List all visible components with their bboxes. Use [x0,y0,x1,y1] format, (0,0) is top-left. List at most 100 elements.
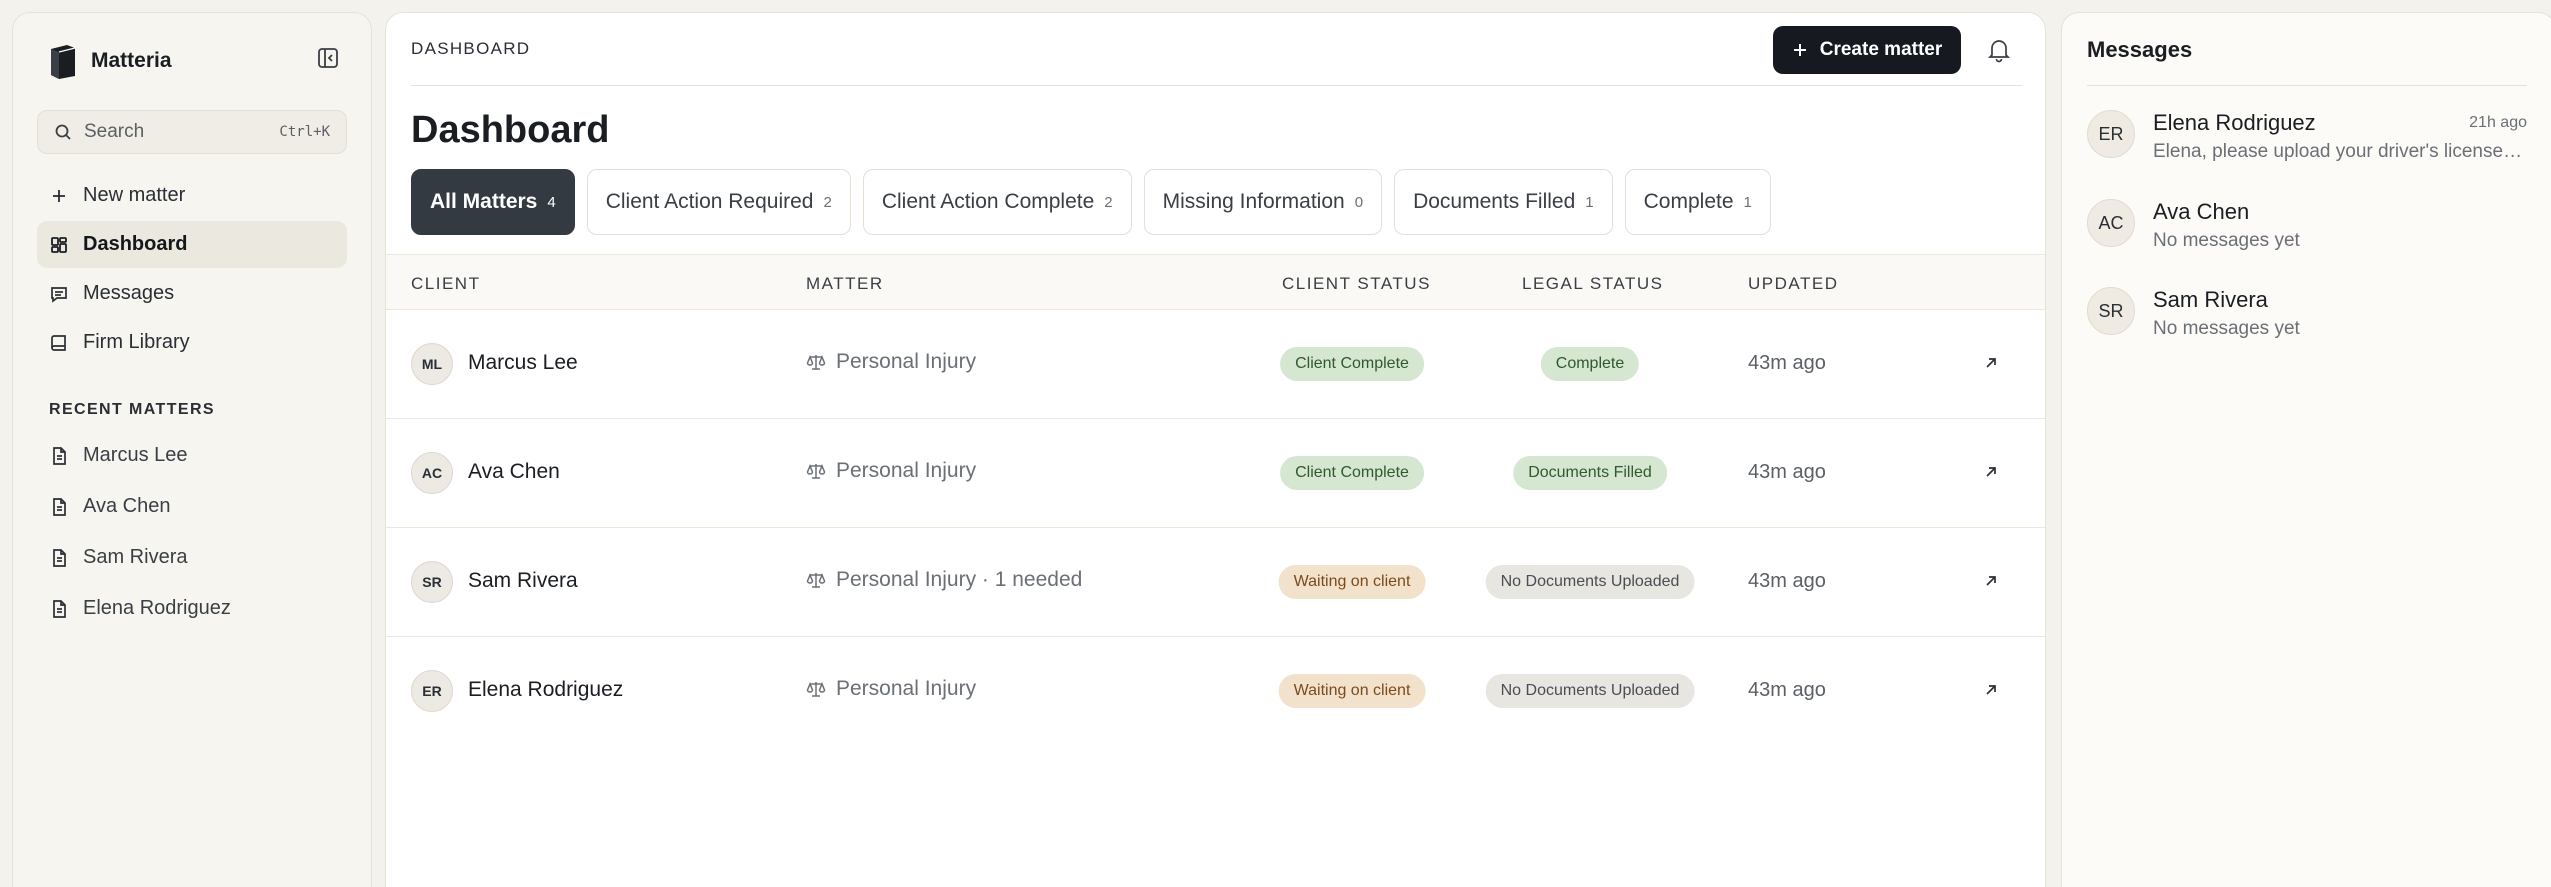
plus-icon [53,189,65,202]
search-input[interactable]: Search Ctrl+K [37,110,347,154]
column-header-updated[interactable]: UPDATED [1748,274,1838,294]
messages-panel: Messages ER Elena Rodriguez 21h ago Elen… [2061,12,2551,887]
tab-missing-information[interactable]: Missing Information 0 [1143,169,1383,235]
breadcrumb: DASHBOARD [411,39,531,58]
recent-matter-item[interactable]: Marcus Lee [37,431,347,480]
nav-item-new-matter[interactable]: New matter [37,172,347,219]
nav-item-label: New matter [83,184,186,206]
message-icon [51,286,67,303]
page-title: Dashboard [411,109,610,151]
tab-count: 1 [1743,193,1752,211]
tab-label: Complete [1643,190,1734,213]
tab-complete[interactable]: Complete 1 [1624,169,1771,235]
filter-tabs: All Matters 4 Client Action Required 2 C… [411,169,1771,235]
client-name: Sam Rivera [468,569,578,592]
updated-time: 43m ago [1748,461,1826,483]
main-nav: New matter Dashboard Messages Firm Libra… [37,172,347,368]
search-icon [55,124,71,140]
scale-icon [806,682,826,697]
scale-icon [806,464,826,479]
nav-item-dashboard[interactable]: Dashboard [37,221,347,268]
document-icon [53,497,66,516]
message-thread[interactable]: AC Ava Chen No messages yet [2087,199,2527,269]
tab-label: Missing Information [1162,190,1345,213]
matter-type: Personal Injury [836,677,977,700]
tab-label: Documents Filled [1413,190,1576,213]
matter-type: Personal Injury [836,459,977,482]
recent-matters-heading: RECENT MATTERS [49,401,215,418]
column-header-client-status[interactable]: CLIENT STATUS [1282,274,1431,294]
tab-count: 1 [1585,193,1594,211]
tab-client-action-required[interactable]: Client Action Required 2 [586,169,851,235]
message-preview: No messages yet [2153,318,2300,339]
avatar: AC [411,452,453,494]
client-status-badge: Waiting on client [1278,674,1426,708]
nav-item-messages[interactable]: Messages [37,270,347,317]
avatar: AC [2087,199,2135,247]
tab-client-action-complete[interactable]: Client Action Complete 2 [862,169,1132,235]
message-preview: No messages yet [2153,230,2300,251]
legal-status-badge: No Documents Uploaded [1485,565,1695,599]
library-icon [51,334,66,351]
main-content: DASHBOARD Create matter Dashboard All Ma… [385,12,2046,887]
nav-item-label: Firm Library [83,331,190,353]
arrow-up-right-icon[interactable] [1981,462,2001,482]
recent-matter-item[interactable]: Ava Chen [37,482,347,531]
avatar: SR [411,561,453,603]
messages-divider [2087,85,2527,86]
grid-icon [51,236,67,253]
message-thread[interactable]: ER Elena Rodriguez 21h ago Elena, please… [2087,110,2527,180]
tab-label: Client Action Complete [881,190,1095,213]
matter-type: Personal Injury [836,350,977,373]
nav-item-label: Dashboard [83,233,188,255]
nav-item-firm-library[interactable]: Firm Library [37,319,347,366]
message-sender: Elena Rodriguez [2153,110,2316,135]
avatar: ER [411,670,453,712]
client-name: Elena Rodriguez [468,678,624,701]
bell-icon[interactable] [1986,37,2012,63]
matter-cell: Personal Injury [806,677,976,701]
arrow-up-right-icon[interactable] [1981,353,2001,373]
table-row[interactable]: ER Elena Rodriguez Personal Injury Waiti… [386,637,2045,746]
legal-status-badge: Complete [1540,347,1640,381]
recent-matter-label: Elena Rodriguez [83,597,231,619]
nav-item-label: Messages [83,282,175,304]
document-icon [53,599,66,618]
tab-count: 2 [823,193,832,211]
avatar: ER [2087,110,2135,158]
column-header-matter[interactable]: MATTER [806,274,884,294]
client-status-badge: Client Complete [1280,347,1424,381]
document-icon [53,446,66,465]
header-divider [411,85,2023,86]
arrow-up-right-icon[interactable] [1981,571,2001,591]
matter-cell: Personal Injury [806,350,976,374]
brand-name: Matteria [91,49,172,72]
recent-matter-item[interactable]: Elena Rodriguez [37,584,347,633]
search-shortcut: Ctrl+K [279,124,330,140]
recent-matter-label: Ava Chen [83,495,171,517]
message-sender: Ava Chen [2153,199,2250,224]
brand[interactable]: Matteria [47,43,172,79]
tab-label: Client Action Required [605,190,814,213]
tab-documents-filled[interactable]: Documents Filled 1 [1394,169,1613,235]
create-matter-button[interactable]: Create matter [1773,26,1961,74]
legal-status-badge: Documents Filled [1513,456,1667,490]
avatar: SR [2087,287,2135,335]
message-thread[interactable]: SR Sam Rivera No messages yet [2087,287,2527,357]
column-header-legal-status[interactable]: LEGAL STATUS [1522,274,1663,294]
tab-count: 0 [1354,193,1364,211]
tab-count: 4 [547,193,556,211]
sidebar-toggle-icon[interactable] [317,47,339,69]
arrow-up-right-icon[interactable] [1981,680,2001,700]
tab-all-matters[interactable]: All Matters 4 [411,169,575,235]
table-row[interactable]: ML Marcus Lee Personal Injury Client Com… [386,310,2045,419]
plus-icon [1793,44,1806,56]
matter-type: Personal Injury · 1 needed [836,568,1083,591]
table-row[interactable]: SR Sam Rivera Personal Injury · 1 needed… [386,528,2045,637]
tab-count: 2 [1104,193,1113,211]
legal-status-badge: No Documents Uploaded [1485,674,1695,708]
client-status-badge: Waiting on client [1278,565,1426,599]
table-row[interactable]: AC Ava Chen Personal Injury Client Compl… [386,419,2045,528]
recent-matter-item[interactable]: Sam Rivera [37,533,347,582]
column-header-client[interactable]: CLIENT [411,274,480,294]
